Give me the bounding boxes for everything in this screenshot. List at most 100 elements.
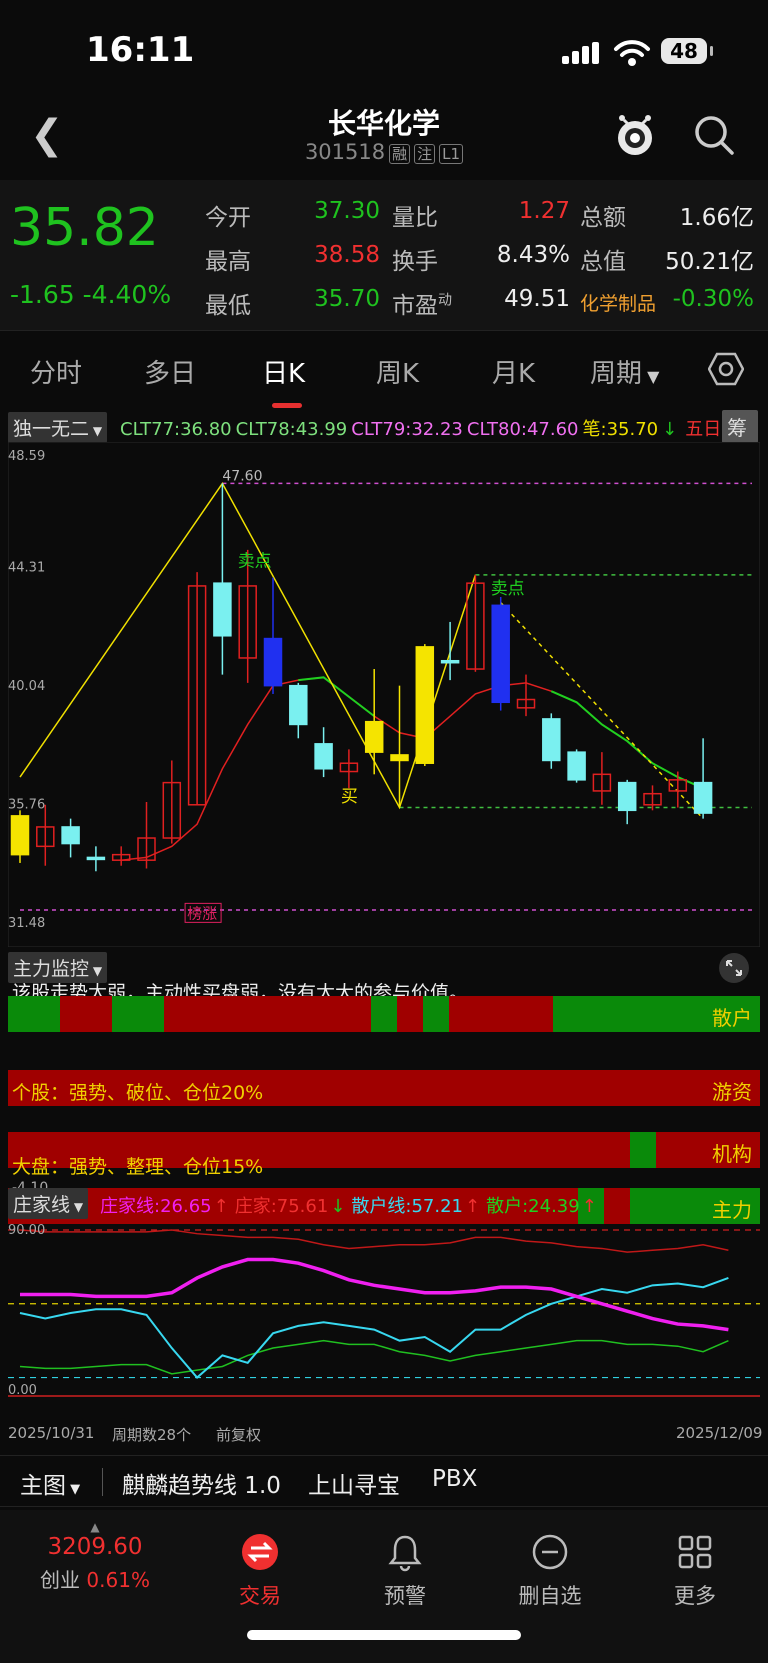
retail-line-series [19,1277,729,1379]
adjust-mode: 前复权 [216,1426,262,1444]
candle [111,846,131,866]
tab-monthly-k[interactable]: 月K [492,353,535,390]
indicator-selector-label: 独一无二 [13,418,90,440]
start-date: 2025/10/31 [8,1424,95,1442]
dealer-line-value: 庄家:75.61 [234,1196,329,1217]
index-change: 0.61% [86,1568,150,1592]
nav-bar: ❮ 长华化学 301518 融注 L1 [0,100,768,180]
quote-label[interactable]: 化学制品 [580,289,656,316]
overlay-tabs: 主图 ▼ 麒麟趋势线 1.0 上山寻宝 PBX [0,1455,768,1507]
band-segment [163,996,372,1032]
dealer-line-value: 庄家线:26.65 [100,1196,212,1217]
y-tick-label: 48.59 [8,449,45,464]
candle [668,771,688,808]
indicator-selector[interactable]: 独一无二 ▼ [8,412,108,442]
tab-period[interactable]: 周期 ▼ [590,353,659,390]
index-name: 创业 [40,1568,81,1592]
candle [162,760,182,844]
quote-panel: 35.82 -1.65 -4.40% 今开 37.30 量比 1.27 总额 1.66亿最… [0,180,768,330]
candlestick-svg: 48.59 44.31 40.04 35.76 31.48 47.60 卖点买 卖点榜涨 [7,441,761,948]
chip-distribution-button[interactable]: 筹 [722,410,758,442]
bottom-toolbar: ▲ 3209.60 创业 0.61% 交易 预警 删自选 更多 [0,1510,768,1663]
trade-label: 交易 [239,1584,281,1608]
market-advice: 大盘：强势、整理、仓位15% [12,1156,264,1178]
candle [516,674,536,717]
tab-treasure-hunt[interactable]: 上山寻宝 [308,1466,400,1500]
individual-stock-advice: 个股：强势、破位、仓位20% [12,1082,264,1104]
dealer-line-chart[interactable]: 90.00 0.00 [8,1220,760,1416]
candle [263,577,283,694]
quote-label: 市盈动 [392,292,452,319]
tab-multi-day[interactable]: 多日 [144,353,196,390]
stock-code: 301518 [304,140,386,164]
quote-label: 量比 [392,205,438,231]
minus-circle-icon [532,1534,568,1570]
main-chart-label: 主图 [20,1473,66,1499]
quote-value: 1.27 [518,198,570,224]
dealer-line-series [19,1229,729,1253]
dealer-line-value: ↑ [581,1196,597,1217]
band-segment [8,996,60,1032]
y-tick-label: 40.04 [8,679,45,694]
indicator-value: CLT79:32.23 [351,419,463,440]
indicator-value: CLT78:43.99 [235,419,348,440]
band-segment [448,996,553,1032]
battery-icon: 48 [661,38,713,64]
chart-annotation: 卖点 [238,552,272,572]
search-icon[interactable] [693,114,735,156]
caret-down-icon: ▼ [642,367,660,386]
index-ticker[interactable]: ▲ 3209.60 创业 0.61% [30,1520,160,1593]
band-label: 散户 [712,1006,752,1030]
clock: 16:11 [86,30,195,70]
cellular-signal-icon [562,42,602,64]
y-tick-label: 0.00 [8,1383,37,1398]
candle [314,727,333,778]
tab-weekly-k[interactable]: 周K [376,353,419,390]
y-tick-label: 90.00 [8,1223,45,1238]
candlestick-chart[interactable]: 48.59 44.31 40.04 35.76 31.48 47.60 卖点买 卖点 榜涨 [7,441,761,948]
candle [617,779,637,825]
quote-label: 最高 [205,249,251,275]
tab-intraday[interactable]: 分时 [30,353,82,390]
dealer-line-selector[interactable]: 庄家线 ▼ [8,1188,89,1219]
date-range: 2025/10/31 周期数28个 前复权 2025/12/09 [0,1424,768,1448]
trade-button[interactable]: 交易 [200,1530,320,1610]
tab-daily-k[interactable]: 日K [262,353,305,408]
alert-button[interactable]: 预警 [345,1530,465,1610]
end-date: 2025/12/09 [676,1424,763,1442]
capital-band: 散户 [8,996,760,1032]
main-chart-selector[interactable]: 主图 ▼ [20,1466,80,1500]
settings-hexagon-icon[interactable] [708,351,744,387]
expand-icon[interactable] [718,952,750,984]
band-segment [371,996,397,1032]
quote-label: 最低 [205,293,251,319]
more-button[interactable]: 更多 [635,1530,755,1610]
period-count: 周期数28个 [112,1426,192,1444]
candle [213,483,232,675]
chart-annotation: 卖点 [491,579,525,599]
retail-series [19,1339,729,1375]
candle [10,810,30,863]
quote-value: 8.43% [496,242,570,268]
candle [61,818,80,858]
dealer-line-selector-label: 庄家线 [13,1194,71,1216]
index-value: 3209.60 [47,1534,143,1560]
assistant-robot-icon[interactable] [612,112,658,158]
tab-pbx[interactable]: PBX [432,1466,477,1492]
quote-value: 1.66亿 [679,205,754,231]
more-label: 更多 [674,1584,716,1608]
tab-qilin-trend[interactable]: 麒麟趋势线 1.0 [122,1466,281,1500]
band-label: 游资 [712,1080,752,1104]
y-tick-label: 35.76 [8,797,45,812]
alert-label: 预警 [384,1584,426,1608]
chart-frame [7,441,761,948]
home-indicator [247,1630,521,1640]
dealer-line-header: 庄家线 ▼ 庄家线:26.65 ↑ 庄家:75.61 ↓ 散户线:57.21 ↑ 散户:24… [0,1188,768,1219]
indicator-value: CLT80:47.60 [466,419,579,440]
candle [466,574,485,672]
band-segment [630,1132,657,1168]
dealer-line-values: 庄家线:26.65 ↑ 庄家:75.61 ↓ 散户线:57.21 ↑ 散户:24.39 ↑ [100,1192,603,1218]
tag-margin: 融 [389,144,411,164]
remove-watchlist-button[interactable]: 删自选 [490,1530,610,1610]
candle [187,572,207,806]
